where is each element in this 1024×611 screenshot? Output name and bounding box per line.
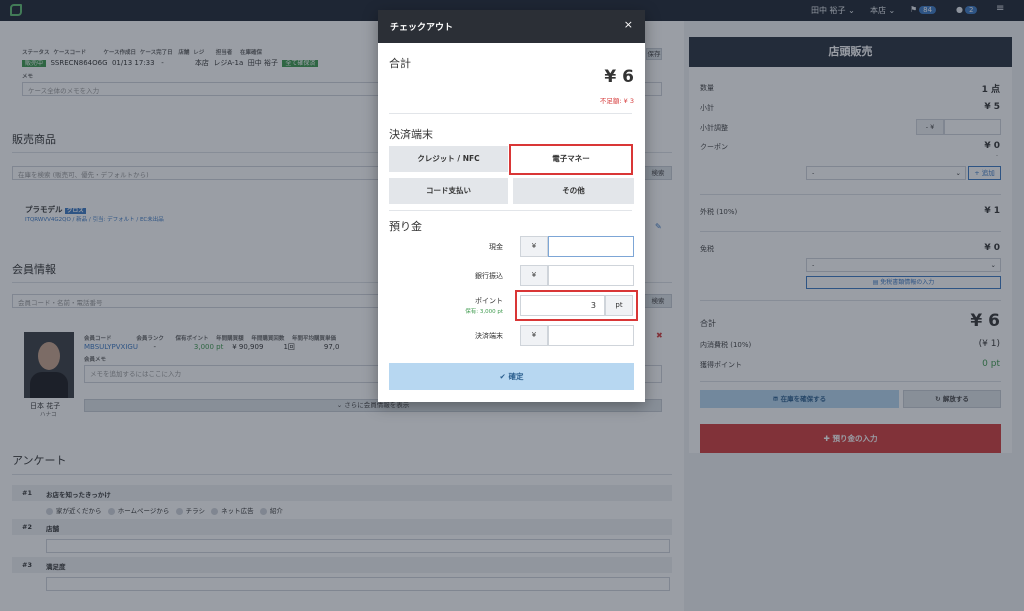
confirm-button[interactable]: ✔ 確定	[389, 363, 634, 390]
deposit-heading: 預り金	[389, 220, 422, 233]
point-field-highlight	[515, 290, 638, 321]
confirm-label: 確定	[508, 372, 524, 381]
pay-code-button[interactable]: コード支払い	[389, 178, 508, 204]
divider	[389, 113, 632, 114]
shortage-text: 不足額: ¥ 3	[599, 97, 634, 105]
pay-credit-nfc-button[interactable]: クレジット / NFC	[389, 146, 508, 172]
bank-input[interactable]	[548, 265, 634, 286]
check-icon: ✔	[499, 372, 506, 381]
terminal-heading: 決済端末	[389, 128, 433, 141]
total-heading: 合計	[389, 57, 411, 70]
cash-input[interactable]	[548, 236, 634, 257]
cash-yen-prefix: ¥	[520, 236, 548, 257]
close-icon[interactable]: ×	[624, 18, 633, 31]
checkout-total: ¥ 6	[604, 67, 634, 87]
point-balance: 保有: 3,000 pt	[465, 309, 503, 315]
divider	[389, 210, 632, 211]
bank-yen-prefix: ¥	[520, 265, 548, 286]
terminal-input[interactable]	[548, 325, 634, 346]
point-label: ポイント	[475, 297, 503, 305]
terminal-yen-prefix: ¥	[520, 325, 548, 346]
pay-other-button[interactable]: その他	[513, 178, 634, 204]
terminal-label: 決済端末	[475, 332, 503, 340]
modal-title: チェックアウト	[390, 23, 454, 33]
cash-label: 現金	[489, 243, 503, 251]
modal-header: チェックアウト ×	[378, 10, 645, 43]
bank-label: 銀行振込	[475, 272, 503, 280]
pay-emoney-button[interactable]: 電子マネー	[509, 144, 633, 175]
